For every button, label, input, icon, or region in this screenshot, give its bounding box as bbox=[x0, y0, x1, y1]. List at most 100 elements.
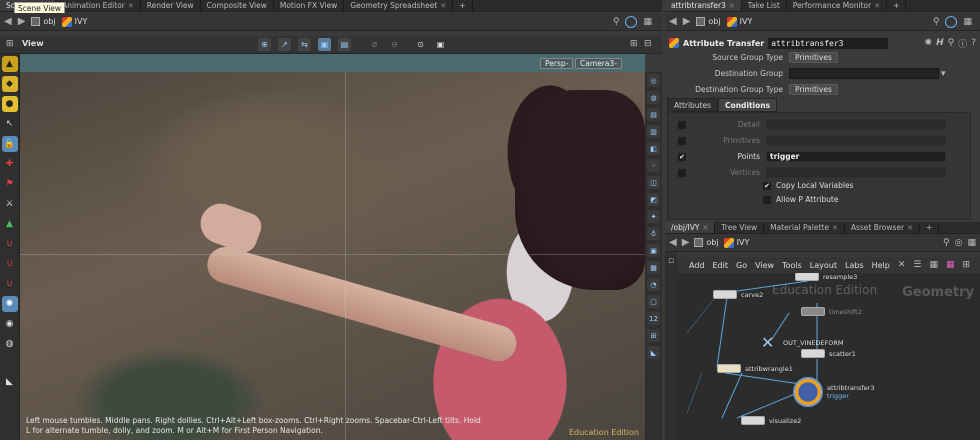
close-icon[interactable]: ✕ bbox=[874, 0, 880, 12]
snap-grid-icon[interactable]: ⊞ bbox=[963, 260, 971, 270]
path-node[interactable]: IVY bbox=[726, 16, 752, 27]
dropdown-arrow-icon[interactable]: ▾ bbox=[941, 69, 946, 79]
display-options-icon[interactable]: ◎ bbox=[647, 74, 660, 87]
pin-icon[interactable]: ⚲ bbox=[613, 17, 620, 27]
scene-viewport[interactable]: Persp- Camera3- Left mouse tumbles. Midd… bbox=[20, 54, 645, 440]
menu-icon[interactable]: ▦ bbox=[643, 17, 658, 27]
tab-render-view[interactable]: Render View bbox=[141, 0, 201, 11]
menu-go[interactable]: Go bbox=[736, 261, 747, 270]
move-icon[interactable]: ◆ bbox=[1, 76, 18, 92]
camera-view-icon[interactable]: ▣ bbox=[318, 38, 331, 51]
path-node[interactable]: IVY bbox=[61, 16, 87, 27]
add-tab-button[interactable]: + bbox=[887, 0, 907, 11]
magnet-icon[interactable]: ∪ bbox=[2, 236, 18, 252]
node-resample[interactable]: resample3 bbox=[795, 273, 857, 281]
gear-icon[interactable]: ✺ bbox=[925, 38, 933, 48]
path-obj[interactable]: obj bbox=[696, 17, 721, 26]
forward-arrow-icon[interactable]: ▶ bbox=[683, 16, 691, 27]
tab-conditions[interactable]: Conditions bbox=[718, 98, 778, 112]
menu-icon[interactable]: ▦ bbox=[967, 238, 980, 248]
persp-menu[interactable]: Persp- bbox=[540, 58, 574, 69]
menu-view[interactable]: View bbox=[755, 261, 774, 270]
pointer-icon[interactable]: ↖ bbox=[2, 116, 18, 132]
sop-name-field[interactable]: attribtransfer3 bbox=[768, 37, 889, 49]
tab-geometry-spreadsheet[interactable]: Geometry Spreadsheet ✕ bbox=[344, 0, 454, 12]
ruler-icon[interactable]: ◣ bbox=[647, 346, 660, 359]
wrench-icon[interactable]: ✕ bbox=[898, 260, 906, 270]
tab-performance-monitor[interactable]: Performance Monitor ✕ bbox=[787, 0, 888, 12]
tab-material-palette[interactable]: Material Palette ✕ bbox=[764, 222, 845, 233]
back-arrow-icon[interactable]: ◀ bbox=[669, 16, 677, 27]
edges-icon[interactable]: ◩ bbox=[647, 193, 660, 206]
menu-layout[interactable]: Layout bbox=[810, 261, 837, 270]
wireframe-icon[interactable]: ▤ bbox=[647, 108, 660, 121]
view-tool-icon[interactable]: ✺ bbox=[1, 296, 18, 312]
close-icon[interactable]: ✕ bbox=[440, 0, 446, 12]
forward-arrow-icon[interactable]: ▶ bbox=[682, 237, 690, 248]
close-icon[interactable]: ✕ bbox=[907, 222, 913, 234]
handle-icon[interactable]: ✚ bbox=[2, 156, 18, 172]
ghost-icon[interactable]: ◔ bbox=[647, 278, 660, 291]
light-tool-icon[interactable]: ◍ bbox=[2, 336, 18, 352]
link-icon[interactable] bbox=[625, 15, 638, 28]
snap-icon[interactable]: ⊕ bbox=[258, 38, 271, 51]
primitives-field[interactable] bbox=[766, 135, 946, 146]
primitives-icon[interactable]: ◫ bbox=[647, 176, 660, 189]
viewer-settings-icon[interactable]: ⊟ bbox=[644, 39, 652, 49]
pin-icon[interactable]: ⚲ bbox=[943, 238, 950, 248]
background-icon[interactable]: ▤ bbox=[338, 38, 351, 51]
close-icon[interactable]: ✕ bbox=[128, 0, 134, 12]
normals-icon[interactable]: ◧ bbox=[647, 142, 660, 155]
select-mode-icon[interactable]: ↗ bbox=[278, 38, 291, 51]
menu-edit[interactable]: Edit bbox=[713, 261, 729, 270]
points-field[interactable]: trigger bbox=[766, 151, 946, 162]
viewer-pin-icon[interactable]: ⊞ bbox=[630, 39, 638, 49]
pin-icon[interactable]: ⚲ bbox=[933, 17, 940, 27]
network-editor[interactable]: Education Edition Geometry resample3 car… bbox=[677, 273, 980, 440]
camera-tool-icon[interactable]: ◉ bbox=[2, 316, 18, 332]
rotate-icon[interactable]: ● bbox=[1, 96, 18, 112]
menu-tools[interactable]: Tools bbox=[782, 261, 802, 270]
forward-arrow-icon[interactable]: ▶ bbox=[18, 16, 26, 27]
menu-icon[interactable]: ▦ bbox=[963, 17, 976, 27]
stop-icon[interactable]: ⊖ bbox=[388, 38, 401, 51]
knife-icon[interactable]: ⚔ bbox=[2, 196, 18, 212]
link-icon[interactable]: ◎ bbox=[955, 238, 963, 248]
menu-labs[interactable]: Labs bbox=[845, 261, 864, 270]
help-h-icon[interactable]: H bbox=[936, 38, 944, 48]
camera-menu[interactable]: Camera3- bbox=[575, 58, 622, 69]
points-checkbox[interactable]: ✔ bbox=[678, 152, 686, 161]
tab-motion-fx-view[interactable]: Motion FX View bbox=[274, 0, 345, 11]
search-icon[interactable]: ⚲ bbox=[948, 38, 955, 48]
close-icon[interactable]: ✕ bbox=[832, 222, 838, 234]
light-icon[interactable]: ✦ bbox=[647, 210, 660, 223]
close-icon[interactable]: ✕ bbox=[702, 222, 708, 234]
link-icon[interactable] bbox=[945, 15, 958, 28]
lock-icon[interactable]: 🔒 bbox=[1, 136, 18, 152]
grid-view-icon[interactable]: ▦ bbox=[929, 260, 938, 270]
detail-field[interactable] bbox=[766, 119, 946, 130]
display-mode-icon[interactable]: ⇆ bbox=[298, 38, 311, 51]
destination-group-field[interactable] bbox=[789, 68, 939, 79]
pose-icon[interactable]: ⚑ bbox=[2, 176, 18, 192]
info-icon[interactable]: ⓘ bbox=[958, 37, 967, 50]
visibility-icon[interactable]: ◍ bbox=[647, 91, 660, 104]
add-tab-button[interactable]: + bbox=[453, 0, 473, 11]
node-attribwrangle[interactable]: attribwrangle1 bbox=[717, 364, 793, 373]
menu-help[interactable]: Help bbox=[872, 261, 890, 270]
source-group-type-menu[interactable]: Primitives bbox=[789, 52, 838, 63]
node-visualize[interactable]: visualize2 bbox=[741, 416, 801, 425]
primitives-checkbox[interactable] bbox=[678, 136, 686, 145]
magnet-snap-icon[interactable]: ∪ bbox=[2, 276, 18, 292]
add-tab-button[interactable]: + bbox=[920, 222, 940, 233]
brush-icon[interactable]: ▲ bbox=[2, 216, 18, 232]
vertices-checkbox[interactable] bbox=[678, 168, 686, 177]
allow-p-checkbox[interactable] bbox=[763, 195, 771, 204]
bulb-icon[interactable]: ♁ bbox=[647, 227, 660, 240]
shading-icon[interactable]: ▥ bbox=[647, 125, 660, 138]
ruler-icon[interactable]: ◣ bbox=[2, 374, 18, 390]
palette-icon[interactable]: ▦ bbox=[946, 260, 955, 270]
node-carve[interactable]: carve2 bbox=[713, 290, 763, 299]
copy-local-checkbox[interactable]: ✔ bbox=[763, 181, 771, 190]
points-icon[interactable]: ⁘ bbox=[647, 159, 660, 172]
